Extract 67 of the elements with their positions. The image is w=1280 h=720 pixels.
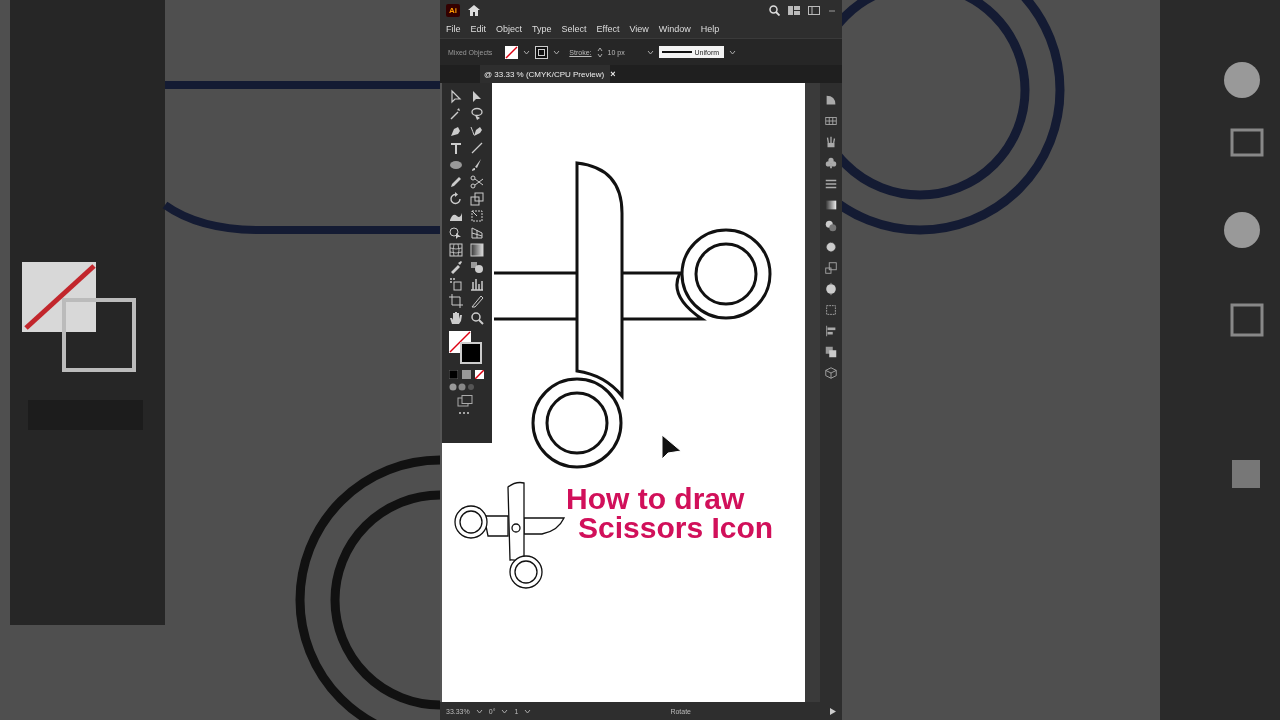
caret-icon[interactable]	[553, 49, 561, 55]
free-transform-icon[interactable]	[469, 208, 485, 224]
squares-icon[interactable]	[824, 261, 838, 275]
panel-layout-icon[interactable]	[808, 5, 820, 15]
headline-text: Scissors Icon	[577, 513, 774, 542]
stroke-lines-icon[interactable]	[824, 177, 838, 191]
transform-box-icon[interactable]	[824, 303, 838, 317]
scrollbar[interactable]	[805, 83, 820, 702]
artboard-icon[interactable]	[448, 293, 464, 309]
caret-icon[interactable]	[475, 708, 483, 714]
gradient-icon[interactable]	[469, 242, 485, 258]
play-icon[interactable]	[830, 707, 836, 715]
caret-icon[interactable]	[524, 708, 532, 714]
blend-icon[interactable]	[469, 259, 485, 275]
gradient-swatch-icon[interactable]	[824, 198, 838, 212]
rotate-icon[interactable]	[448, 191, 464, 207]
fill-swatch[interactable]	[505, 45, 519, 59]
draw-mode-icon[interactable]	[449, 382, 475, 392]
close-button[interactable]: ×	[610, 69, 616, 79]
symbol-sprayer-icon[interactable]	[448, 276, 464, 292]
line-icon[interactable]	[469, 140, 485, 156]
search-icon[interactable]	[469, 310, 485, 326]
type-icon[interactable]	[448, 140, 464, 156]
brushes-icon[interactable]	[824, 135, 838, 149]
menu-item[interactable]: Select	[561, 24, 587, 34]
caret-icon[interactable]	[523, 49, 531, 55]
stroke-swatch[interactable]	[460, 342, 482, 364]
slice-icon[interactable]	[469, 293, 485, 309]
menu-item[interactable]: File	[446, 24, 461, 34]
spinner-icon[interactable]	[596, 46, 603, 58]
headline-text: How to draw	[566, 484, 746, 513]
menu-item[interactable]: View	[629, 24, 649, 34]
caret-icon[interactable]	[501, 708, 509, 714]
cursor-icon	[661, 434, 682, 460]
pencil-icon[interactable]	[448, 174, 464, 190]
scale-icon[interactable]	[469, 191, 485, 207]
menu-item[interactable]: Window	[658, 24, 691, 34]
align-icon[interactable]	[824, 324, 838, 338]
menu-item[interactable]: Object	[496, 24, 523, 34]
app-logo[interactable]: Ai	[446, 3, 460, 17]
workspace-icon[interactable]	[788, 5, 800, 15]
lasso-icon[interactable]	[469, 106, 485, 122]
overlapping-circles-icon[interactable]	[824, 219, 838, 233]
caret-icon[interactable]	[646, 49, 654, 55]
bar-graph-icon[interactable]	[469, 276, 485, 292]
home-icon[interactable]	[468, 4, 480, 16]
quarter-circle-gradient-icon[interactable]	[824, 93, 838, 107]
caret-icon[interactable]	[728, 49, 736, 55]
document-tab[interactable]: @ 33.33 % (CMYK/CPU Preview)	[480, 65, 611, 83]
color-icon[interactable]	[449, 370, 458, 379]
menu-item[interactable]: Type	[532, 24, 552, 34]
sphere-icon[interactable]	[824, 282, 838, 296]
menu-item[interactable]: Help	[700, 24, 720, 34]
none-icon[interactable]	[475, 370, 484, 379]
selection-arrow-icon[interactable]	[448, 89, 464, 105]
grid-icon[interactable]	[824, 114, 838, 128]
hand-icon[interactable]	[448, 310, 464, 326]
menu-item[interactable]: Effect	[596, 24, 620, 34]
search-icon[interactable]	[769, 4, 780, 16]
mesh-icon[interactable]	[448, 242, 464, 258]
pathfinder-icon[interactable]	[824, 345, 838, 359]
perspective-grid-icon[interactable]	[469, 225, 485, 241]
club-icon[interactable]	[824, 156, 838, 170]
stroke-swatch[interactable]	[535, 45, 549, 59]
menu-item[interactable]: Edit	[470, 24, 487, 34]
cube-icon[interactable]	[824, 366, 838, 380]
scissors-icon[interactable]	[469, 174, 485, 190]
